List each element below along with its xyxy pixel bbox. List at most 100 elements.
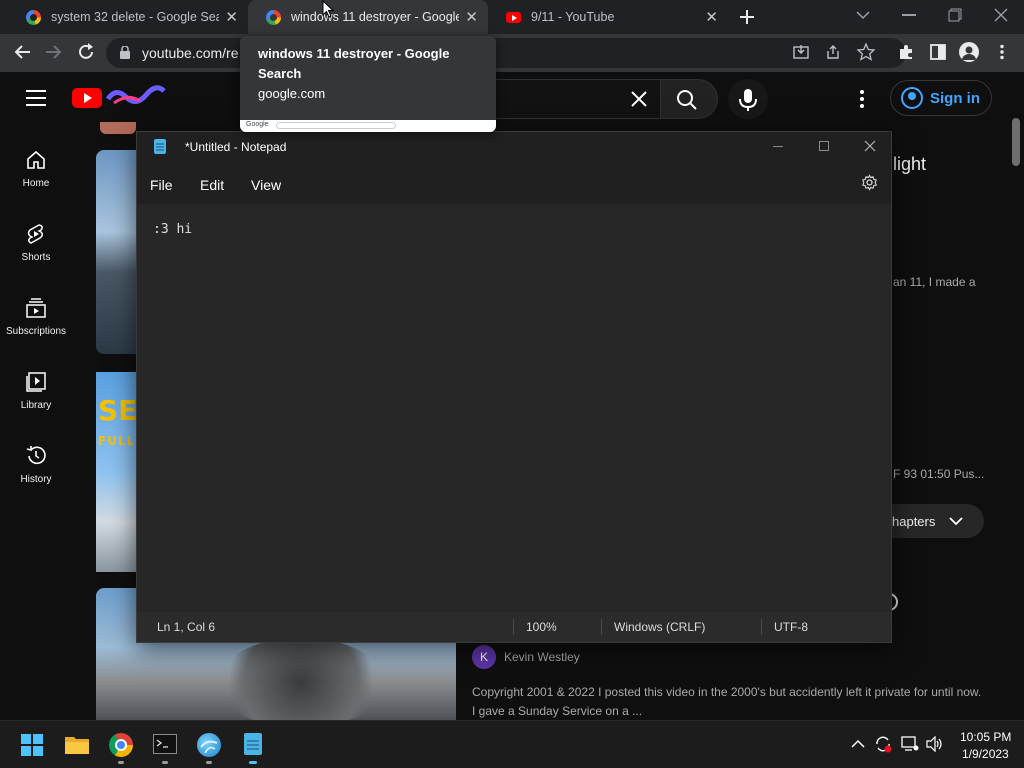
- page-scrollbar-thumb[interactable]: [1012, 118, 1020, 166]
- sidebar-item-label: Subscriptions: [5, 326, 67, 337]
- microphone-icon[interactable]: [728, 79, 768, 119]
- home-icon: [27, 150, 45, 169]
- sign-in-label: Sign in: [930, 89, 980, 107]
- video-title[interactable]: light: [893, 154, 926, 175]
- sidebar-item-label: Library: [20, 400, 52, 411]
- close-tab-icon[interactable]: ✕: [705, 8, 718, 26]
- status-divider: [761, 619, 762, 635]
- clock-date[interactable]: 1/9/2023: [962, 747, 1009, 761]
- sidebar-item-label: Home: [22, 178, 50, 189]
- show-hidden-icons-icon[interactable]: [851, 739, 865, 749]
- browser-tab[interactable]: system 32 delete - Google Search ✕: [8, 0, 248, 34]
- sidebar-item-history[interactable]: History: [0, 444, 72, 485]
- sidebar-item-shorts[interactable]: Shorts: [0, 222, 72, 263]
- notepad-taskbar-icon[interactable]: [244, 733, 262, 755]
- notepad-window[interactable]: *Untitled - Notepad File Edit View :3 hi…: [136, 131, 892, 643]
- clock-time[interactable]: 10:05 PM: [960, 730, 1011, 744]
- menu-view[interactable]: View: [251, 177, 281, 193]
- sidebar-item-library[interactable]: Library: [0, 370, 72, 411]
- new-tab-icon[interactable]: [738, 8, 756, 26]
- zoom-level[interactable]: 100%: [526, 620, 557, 634]
- sign-in-button[interactable]: Sign in: [890, 80, 992, 116]
- close-tab-icon[interactable]: ✕: [225, 8, 238, 26]
- volume-icon[interactable]: [926, 736, 944, 752]
- menu-icon[interactable]: [26, 90, 46, 106]
- tab-title: 9/11 - YouTube: [531, 10, 615, 24]
- thumbnail-text: SEI: [98, 394, 136, 427]
- menu-edit[interactable]: Edit: [200, 177, 224, 193]
- hover-card-title: windows 11 destroyer - Google Search: [258, 46, 450, 81]
- encoding[interactable]: UTF-8: [774, 620, 808, 634]
- tab-title: windows 11 destroyer - Google Search: [291, 10, 460, 24]
- reload-icon[interactable]: [76, 42, 96, 62]
- history-icon: [26, 446, 46, 465]
- doodle-logo-icon[interactable]: [106, 85, 166, 109]
- notepad-text-area[interactable]: :3 hi: [137, 204, 891, 612]
- network-icon[interactable]: [901, 736, 919, 752]
- chrome-icon[interactable]: [109, 733, 133, 757]
- terminal-icon[interactable]: [153, 734, 177, 754]
- file-explorer-icon[interactable]: [65, 734, 89, 754]
- sidebar-item-label: History: [20, 474, 52, 485]
- notepad-status-bar: Ln 1, Col 6 100% Windows (CRLF) UTF-8: [137, 612, 891, 642]
- avatar-initial: K: [479, 650, 488, 664]
- side-panel-icon[interactable]: [929, 43, 947, 61]
- close-tab-icon[interactable]: ✕: [465, 8, 478, 26]
- start-icon[interactable]: [21, 734, 43, 756]
- minimize-window-icon[interactable]: [773, 146, 783, 147]
- sidebar-item-home[interactable]: Home: [0, 148, 72, 189]
- sync-icon[interactable]: [874, 735, 892, 753]
- extensions-icon[interactable]: [897, 43, 915, 61]
- video-thumbnail[interactable]: [96, 150, 136, 354]
- thumbnail-text: FULL: [98, 434, 136, 448]
- google-icon: [26, 9, 41, 25]
- youtube-logo-icon[interactable]: [72, 88, 102, 108]
- more-options-icon[interactable]: [852, 88, 872, 110]
- video-thumbnail[interactable]: [100, 122, 136, 134]
- restore-window-icon[interactable]: [948, 8, 962, 22]
- sidebar-item-label: Shorts: [21, 252, 51, 263]
- notepad-content[interactable]: :3 hi: [153, 222, 192, 237]
- profile-icon[interactable]: [959, 42, 979, 62]
- channel-name[interactable]: Kevin Westley: [504, 650, 580, 664]
- network-app-icon[interactable]: [197, 733, 221, 757]
- close-window-icon[interactable]: [864, 140, 876, 152]
- video-description-line: Copyright 2001 & 2022 I posted this vide…: [472, 685, 982, 699]
- clear-search-icon[interactable]: [628, 88, 650, 110]
- browser-tab[interactable]: 9/11 - YouTube ✕: [488, 0, 728, 34]
- running-indicator: [206, 761, 212, 764]
- url-text[interactable]: youtube.com/re: [142, 45, 239, 61]
- chrome-menu-icon[interactable]: [998, 44, 1006, 60]
- sidebar-item-subscriptions[interactable]: Subscriptions: [0, 296, 72, 337]
- install-app-icon[interactable]: [793, 44, 809, 60]
- google-icon: [266, 9, 281, 25]
- mouse-cursor-icon: [322, 0, 334, 18]
- hover-card-preview: Google: [240, 120, 496, 132]
- video-thumbnail[interactable]: SEI FULL: [96, 372, 136, 572]
- chapters-label: hapters: [892, 513, 936, 529]
- notepad-title: *Untitled - Notepad: [185, 140, 287, 154]
- youtube-icon: [506, 11, 521, 23]
- minimize-window-icon[interactable]: [902, 14, 916, 16]
- maximize-window-icon[interactable]: [819, 141, 829, 151]
- channel-avatar[interactable]: K: [472, 645, 496, 669]
- preview-label: Google: [246, 121, 269, 128]
- bookmark-star-icon[interactable]: [857, 43, 875, 61]
- back-icon[interactable]: [12, 43, 32, 61]
- running-indicator: [118, 761, 124, 764]
- settings-gear-icon[interactable]: [861, 174, 878, 191]
- chapters-button[interactable]: hapters: [880, 504, 984, 538]
- menu-file[interactable]: File: [150, 177, 173, 193]
- forward-icon[interactable]: [44, 43, 64, 61]
- share-icon[interactable]: [825, 44, 841, 60]
- close-window-icon[interactable]: [994, 8, 1008, 22]
- tab-title: system 32 delete - Google Search: [51, 10, 220, 24]
- status-divider: [601, 619, 602, 635]
- search-button[interactable]: [660, 79, 718, 119]
- lock-icon[interactable]: [120, 46, 130, 59]
- line-ending[interactable]: Windows (CRLF): [614, 620, 705, 634]
- tab-hover-card: windows 11 destroyer - Google Search goo…: [240, 36, 496, 132]
- tab-search-icon[interactable]: [856, 10, 870, 20]
- cursor-position: Ln 1, Col 6: [157, 620, 216, 634]
- browser-tab-active[interactable]: windows 11 destroyer - Google Search ✕: [248, 0, 488, 34]
